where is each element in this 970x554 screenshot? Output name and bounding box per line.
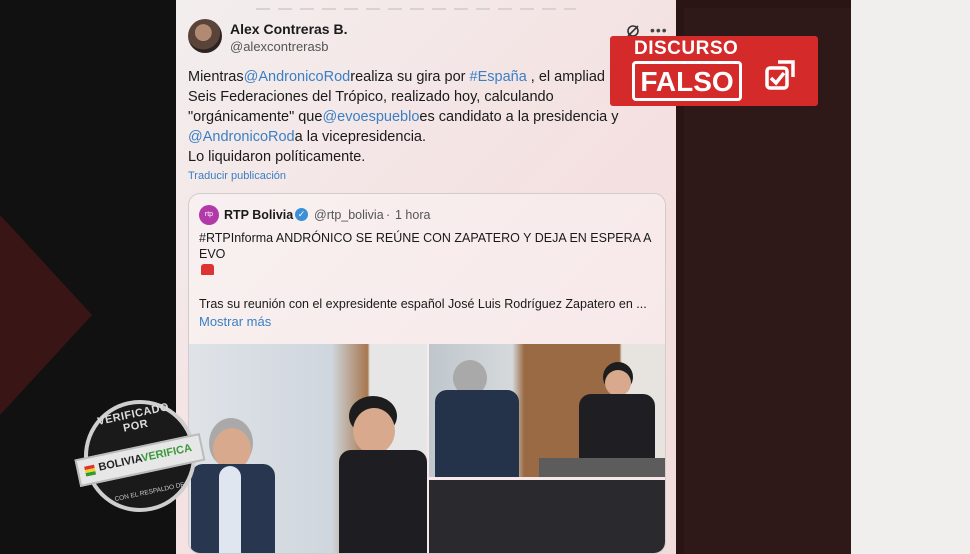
translate-link[interactable]: Traducir publicación: [188, 170, 286, 182]
quoted-text-excerpt: Tras su reunión con el expresidente espa…: [199, 297, 647, 311]
author-name[interactable]: Alex Contreras B.: [230, 21, 347, 37]
text-part: Seis Federaciones del Trópico, realizado…: [188, 89, 554, 105]
person-face: [605, 370, 631, 396]
separator-dot: ·: [386, 208, 391, 222]
text-part: , el ampliad: [526, 69, 605, 85]
verified-icon: ✓: [295, 208, 308, 221]
badge-verdict: FALSO: [640, 66, 734, 97]
badge-box: FALSO: [632, 61, 742, 101]
photo-zapatero-andronico[interactable]: [189, 344, 427, 553]
card-top-divider: [256, 8, 576, 10]
text-part: "orgánicamente" que: [188, 109, 323, 125]
flag-icon: [84, 464, 97, 477]
text-part: Mientras: [188, 69, 244, 85]
author-avatar[interactable]: [188, 19, 222, 53]
text-part: Lo liquidaron políticamente.: [188, 149, 366, 165]
text-part: realiza su gira por: [350, 69, 470, 85]
background-far-right: [851, 0, 970, 554]
quoted-tweet[interactable]: rtp RTP Bolivia ✓ @rtp_bolivia · 1 hora …: [188, 193, 666, 554]
person-shirt: [219, 466, 241, 553]
photo-detail[interactable]: [429, 480, 665, 553]
stamp-brand-a: BOLIVIA: [97, 452, 143, 474]
text-part: es candidato a la presidencia y: [419, 109, 619, 125]
text-part: a la vicepresidencia.: [294, 129, 427, 145]
stamp-brand-b: VERIFICA: [140, 442, 194, 465]
author-handle[interactable]: @alexcontrerasb: [230, 39, 328, 54]
photo-meeting[interactable]: [429, 344, 665, 477]
quoted-author-name[interactable]: RTP Bolivia: [224, 208, 293, 222]
quoted-text: #RTPInforma ANDRÓNICO SE REÚNE CON ZAPAT…: [199, 231, 651, 261]
table: [539, 458, 665, 477]
quoted-timestamp[interactable]: 1 hora: [395, 208, 430, 222]
person-body: [435, 390, 519, 477]
mention-link[interactable]: @AndronicoRod: [188, 129, 295, 145]
siren-icon: [201, 264, 214, 275]
quoted-avatar[interactable]: rtp: [199, 205, 219, 225]
tweet-card: Alex Contreras B. @alexcontrerasb ••• Mi…: [176, 0, 676, 554]
quoted-author-handle: @rtp_bolivia: [314, 208, 384, 222]
person-body: [339, 450, 427, 553]
show-more-link[interactable]: Mostrar más: [199, 314, 271, 329]
person-face: [353, 408, 395, 454]
check-icon: [765, 60, 795, 90]
tweet-text: Mientras@AndronicoRodrealiza su gira por…: [188, 67, 658, 167]
mention-link[interactable]: @AndronicoRod: [244, 69, 351, 85]
mention-link[interactable]: @evoespueblo: [322, 109, 419, 125]
hashtag-link[interactable]: #España: [470, 69, 527, 85]
background-triangle: [0, 215, 92, 415]
badge-title: DISCURSO: [634, 38, 739, 59]
false-discourse-badge: DISCURSO FALSO: [610, 36, 818, 106]
